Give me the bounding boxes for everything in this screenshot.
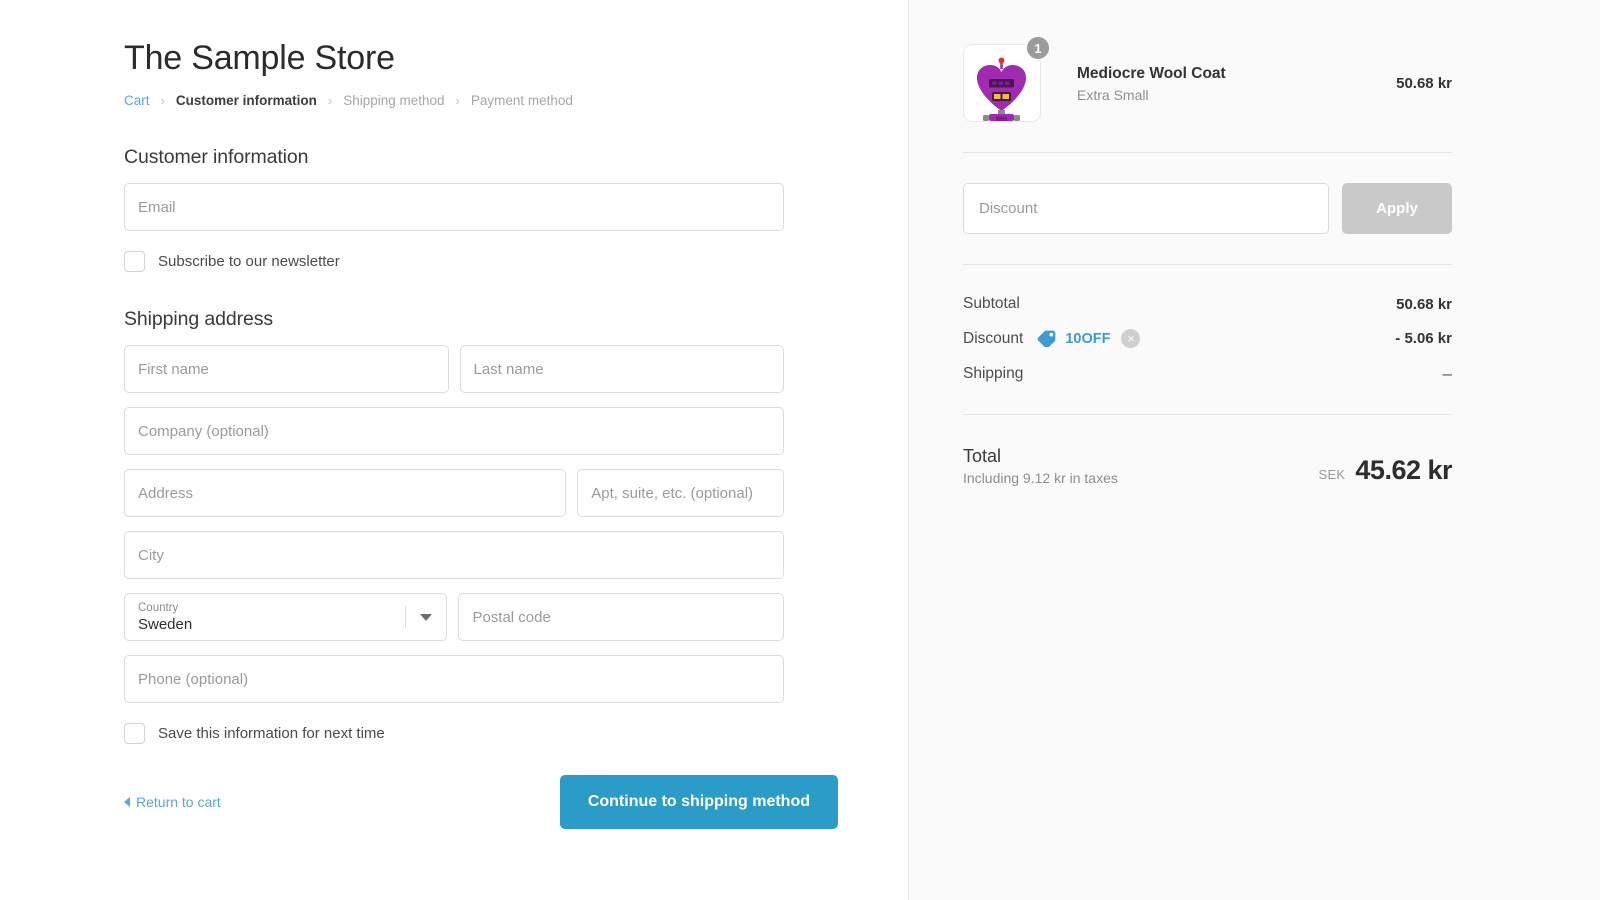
country-value: Sweden: [138, 615, 193, 633]
newsletter-checkbox-row[interactable]: Subscribe to our newsletter: [124, 251, 784, 272]
country-select-text: Country Sweden: [125, 594, 405, 640]
totals-list: Subtotal 50.68 kr Discount 10OFF × - 5.0…: [963, 295, 1452, 384]
last-name-field[interactable]: Last name: [459, 345, 784, 393]
last-name-placeholder: Last name: [473, 360, 544, 378]
breadcrumb-item-cart[interactable]: Cart: [124, 92, 150, 110]
grand-total-amount-group: SEK 45.62 kr: [1318, 455, 1452, 486]
postal-code-field[interactable]: Postal code: [458, 593, 784, 641]
city-placeholder: City: [138, 546, 164, 564]
order-summary-panel: 1 Mediocre Wool Coat Extra Small 50.68 k…: [908, 0, 1600, 900]
summary-divider: [963, 414, 1452, 415]
subtotal-row: Subtotal 50.68 kr: [963, 295, 1452, 313]
breadcrumb-separator-icon: ›: [327, 93, 333, 108]
breadcrumb-item-customer-information[interactable]: Customer information: [176, 92, 317, 110]
taxes-note: Including 9.12 kr in taxes: [963, 470, 1118, 486]
line-item-details: Mediocre Wool Coat Extra Small: [1077, 63, 1396, 103]
first-name-placeholder: First name: [138, 360, 209, 378]
remove-discount-button[interactable]: ×: [1121, 329, 1141, 348]
discount-summary-row: Discount 10OFF × - 5.06 kr: [963, 329, 1452, 348]
country-label: Country: [138, 601, 179, 614]
first-name-field[interactable]: First name: [124, 345, 449, 393]
summary-divider: [963, 264, 1452, 265]
robot-product-illustration: [977, 57, 1026, 121]
subtotal-label: Subtotal: [963, 295, 1020, 312]
apartment-placeholder: Apt, suite, etc. (optional): [591, 484, 754, 502]
return-to-cart-label: Return to cart: [136, 794, 221, 810]
country-select[interactable]: Country Sweden: [124, 593, 448, 641]
breadcrumb: Cart › Customer information › Shipping m…: [124, 92, 784, 110]
discount-label-group: Discount 10OFF ×: [963, 329, 1141, 348]
postal-code-placeholder: Postal code: [472, 608, 551, 626]
line-item-name: Mediocre Wool Coat: [1077, 65, 1226, 82]
save-information-label: Save this information for next time: [158, 725, 385, 742]
shipping-row: Shipping –: [963, 364, 1452, 384]
name-field-row: First name Last name: [124, 345, 784, 393]
discount-code: 10OFF: [1065, 330, 1111, 347]
apartment-field[interactable]: Apt, suite, etc. (optional): [577, 469, 784, 517]
continue-to-shipping-button[interactable]: Continue to shipping method: [559, 775, 838, 829]
discount-label: Discount: [963, 329, 1024, 347]
phone-placeholder: Phone (optional): [138, 670, 249, 688]
grand-total-row: Total Including 9.12 kr in taxes SEK 45.…: [963, 445, 1452, 486]
company-field[interactable]: Company (optional): [124, 407, 784, 455]
address-field[interactable]: Address: [124, 469, 567, 517]
company-placeholder: Company (optional): [138, 422, 269, 440]
form-actions: Return to cart Continue to shipping meth…: [124, 775, 838, 829]
customer-information-heading: Customer information: [124, 146, 309, 168]
line-item-variant: Extra Small: [1077, 87, 1149, 103]
breadcrumb-separator-icon: ›: [455, 93, 460, 108]
discount-input[interactable]: Discount: [963, 183, 1329, 234]
breadcrumb-item-payment-method: Payment method: [470, 93, 573, 108]
address-placeholder: Address: [138, 484, 194, 502]
breadcrumb-separator-icon: ›: [160, 93, 165, 108]
newsletter-label: Subscribe to our newsletter: [158, 253, 340, 270]
line-item-thumbnail-wrap: 1: [963, 35, 1051, 122]
company-field-row: Company (optional): [124, 407, 784, 455]
summary-divider: [963, 152, 1452, 153]
grand-total-label: Total: [963, 446, 1002, 466]
email-placeholder: Email: [138, 198, 176, 216]
discount-placeholder: Discount: [979, 200, 1038, 217]
phone-field[interactable]: Phone (optional): [124, 655, 784, 703]
save-information-checkbox-row[interactable]: Save this information for next time: [124, 723, 784, 744]
shipping-value: –: [1442, 364, 1452, 383]
quantity-badge: 1: [1025, 35, 1051, 61]
currency-code: SEK: [1318, 467, 1346, 482]
city-field-row: City: [124, 531, 784, 579]
return-to-cart-link[interactable]: Return to cart: [124, 794, 221, 810]
chevron-down-icon[interactable]: [406, 594, 446, 640]
chevron-left-icon: [124, 797, 130, 807]
grand-total-amount: 45.62 kr: [1355, 455, 1452, 485]
shipping-address-heading: Shipping address: [124, 308, 274, 330]
breadcrumb-item-shipping-method: Shipping method: [343, 93, 445, 108]
checkout-page: The Sample Store Cart › Customer informa…: [0, 0, 1600, 900]
city-field[interactable]: City: [124, 531, 784, 579]
newsletter-checkbox[interactable]: [124, 251, 145, 272]
address-field-row: Address Apt, suite, etc. (optional): [124, 469, 784, 517]
apply-discount-button[interactable]: Apply: [1342, 183, 1452, 234]
email-field-row: Email: [124, 183, 784, 231]
tag-icon: [1037, 330, 1056, 347]
line-item-price: 50.68 kr: [1396, 74, 1452, 92]
phone-field-row: Phone (optional): [124, 655, 784, 703]
country-postal-field-row: Country Sweden Postal code: [124, 593, 784, 641]
subtotal-value: 50.68 kr: [1396, 295, 1452, 313]
checkout-form-column: The Sample Store Cart › Customer informa…: [0, 0, 908, 900]
discount-value: - 5.06 kr: [1395, 330, 1452, 347]
email-field[interactable]: Email: [124, 183, 784, 231]
line-item: 1 Mediocre Wool Coat Extra Small 50.68 k…: [963, 35, 1452, 122]
page-title: The Sample Store: [124, 39, 395, 77]
save-information-checkbox[interactable]: [124, 723, 145, 744]
grand-total-labels: Total Including 9.12 kr in taxes: [963, 445, 1118, 486]
discount-row: Discount Apply: [963, 183, 1452, 234]
shipping-label: Shipping: [963, 365, 1024, 382]
